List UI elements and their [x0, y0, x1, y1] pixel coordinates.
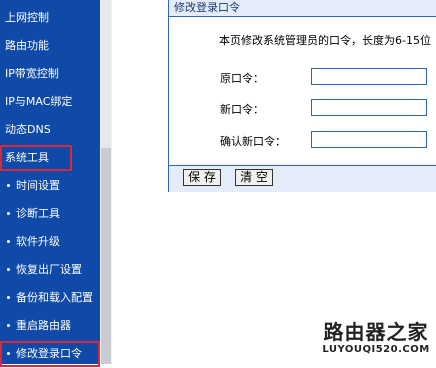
- scrollbar-thumb[interactable]: [101, 148, 111, 364]
- menu-item-system-tools[interactable]: 系统工具: [0, 144, 100, 172]
- bullet-icon: [7, 183, 10, 187]
- confirm-password-label: 确认新口令：: [220, 135, 286, 148]
- bullet-icon: [7, 211, 10, 215]
- sidebar-menu: 上网控制 路由功能 IP带宽控制 IP与MAC绑定 动态DNS 系统工具 时间设…: [0, 0, 100, 367]
- menu-item-label: 恢复出厂设置: [16, 263, 82, 276]
- menu-item-label: 重启路由器: [16, 319, 71, 332]
- old-password-input[interactable]: [311, 68, 427, 85]
- menu-item-ip-mac-binding[interactable]: IP与MAC绑定: [0, 88, 100, 116]
- menu-item-label: IP带宽控制: [5, 67, 59, 80]
- menu-item-ddns[interactable]: 动态DNS: [0, 116, 100, 144]
- save-button[interactable]: 保 存: [183, 169, 221, 186]
- menu-item-label: 备份和载入配置: [16, 291, 93, 304]
- menu-item-internet-control[interactable]: 上网控制: [0, 4, 100, 32]
- clear-button[interactable]: 清 空: [235, 169, 273, 186]
- menu-item-label: 动态DNS: [5, 123, 51, 136]
- menu-item-ip-bandwidth[interactable]: IP带宽控制: [0, 60, 100, 88]
- menu-item-label: 系统工具: [5, 151, 49, 164]
- watermark-url: LUYOUQI520.COM: [322, 344, 430, 355]
- menu-item-label: IP与MAC绑定: [5, 95, 73, 108]
- new-password-input[interactable]: [311, 99, 427, 116]
- watermark-title: 路由器之家: [323, 320, 429, 344]
- menu-item-label: 路由功能: [5, 39, 49, 52]
- old-password-label: 原口令：: [220, 72, 264, 85]
- bullet-icon: [7, 239, 10, 243]
- site-watermark: 路由器之家 LUYOUQI520.COM: [316, 320, 436, 364]
- submenu-item-firmware-upgrade[interactable]: 软件升级: [0, 228, 100, 256]
- change-password-panel: 修改登录口令 本页修改系统管理员的口令，长度为6-15位 原口令： 新口令： 确…: [168, 0, 436, 192]
- submenu-item-diagnostics[interactable]: 诊断工具: [0, 200, 100, 228]
- menu-item-label: 诊断工具: [16, 207, 60, 220]
- submenu-item-factory-reset[interactable]: 恢复出厂设置: [0, 256, 100, 284]
- submenu-item-backup-restore[interactable]: 备份和载入配置: [0, 284, 100, 312]
- panel-description: 本页修改系统管理员的口令，长度为6-15位: [219, 34, 431, 47]
- menu-item-routing[interactable]: 路由功能: [0, 32, 100, 60]
- menu-item-label: 修改登录口令: [16, 347, 82, 360]
- panel-footer: 保 存 清 空: [169, 165, 436, 192]
- menu-item-label: 时间设置: [16, 179, 60, 192]
- bullet-icon: [7, 351, 10, 355]
- panel-title: 修改登录口令: [169, 0, 436, 17]
- bullet-icon: [7, 267, 10, 271]
- bullet-icon: [7, 295, 10, 299]
- new-password-label: 新口令：: [220, 103, 264, 116]
- confirm-password-input[interactable]: [311, 131, 427, 148]
- submenu-item-reboot[interactable]: 重启路由器: [0, 312, 100, 340]
- submenu-item-time-settings[interactable]: 时间设置: [0, 172, 100, 200]
- menu-item-label: 上网控制: [5, 11, 49, 24]
- bullet-icon: [7, 323, 10, 327]
- menu-item-label: 软件升级: [16, 235, 60, 248]
